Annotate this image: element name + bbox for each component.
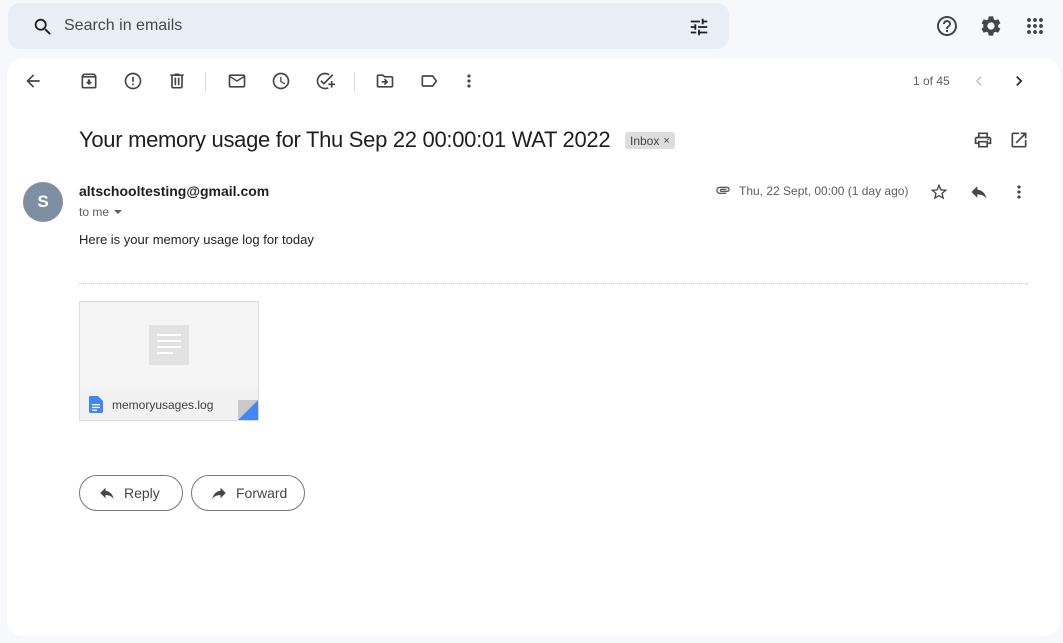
reply-button[interactable]: Reply	[79, 475, 183, 511]
sender-email[interactable]: altschooltesting@gmail.com	[79, 183, 269, 199]
email-body: Here is your memory usage log for today	[79, 232, 314, 247]
text-file-icon	[89, 396, 103, 413]
apps-grid-icon[interactable]	[1023, 14, 1047, 38]
back-arrow-icon[interactable]	[23, 71, 43, 91]
sender-avatar[interactable]: S	[23, 182, 63, 222]
star-icon[interactable]	[929, 182, 949, 202]
open-in-new-window-icon[interactable]	[1009, 130, 1029, 150]
forward-button[interactable]: Forward	[191, 475, 305, 511]
remove-label-icon[interactable]: ×	[663, 135, 669, 147]
email-date: Thu, 22 Sept, 00:00 (1 day ago)	[739, 184, 909, 198]
toolbar-divider	[354, 72, 355, 92]
recipient-details[interactable]: to me	[79, 205, 123, 219]
older-chevron-right-icon[interactable]	[1009, 71, 1029, 91]
toolbar-divider	[205, 72, 206, 92]
label-icon[interactable]	[419, 71, 439, 91]
add-task-icon[interactable]	[315, 71, 335, 91]
move-to-icon[interactable]	[375, 71, 395, 91]
attachment-card[interactable]: memoryusages.log	[79, 301, 259, 421]
mark-unread-icon[interactable]	[227, 71, 247, 91]
forward-arrow-icon	[212, 487, 226, 499]
email-subject: Your memory usage for Thu Sep 22 00:00:0…	[79, 127, 611, 152]
search-icon[interactable]	[32, 16, 54, 38]
delete-icon[interactable]	[167, 71, 187, 91]
reply-label: Reply	[124, 485, 160, 501]
attachments-divider	[79, 283, 1028, 284]
newer-chevron-left-icon[interactable]	[969, 71, 989, 91]
label-text: Inbox	[630, 133, 660, 148]
forward-label: Forward	[236, 485, 288, 501]
file-corner-fold-icon	[238, 400, 258, 420]
document-preview-icon	[149, 325, 189, 365]
reply-arrow-icon	[100, 487, 114, 499]
snooze-clock-icon[interactable]	[271, 71, 291, 91]
more-vert-icon[interactable]	[459, 71, 479, 91]
attachment-filename: memoryusages.log	[112, 398, 214, 412]
search-options-icon[interactable]	[688, 16, 710, 38]
help-icon[interactable]	[935, 14, 959, 38]
email-view: 1 of 45 Your memory usage for Thu Sep 22…	[7, 58, 1060, 636]
report-spam-icon[interactable]	[123, 71, 143, 91]
recipient-dropdown-icon[interactable]	[113, 207, 123, 217]
search-input[interactable]	[64, 13, 664, 39]
reply-icon[interactable]	[969, 182, 989, 202]
archive-icon[interactable]	[79, 71, 99, 91]
inbox-label-chip[interactable]: Inbox ×	[625, 132, 675, 149]
attachment-preview	[80, 302, 258, 388]
search-bar[interactable]	[8, 3, 729, 49]
print-icon[interactable]	[973, 130, 993, 150]
pagination-count: 1 of 45	[913, 74, 950, 88]
attachment-paperclip-icon	[716, 186, 730, 194]
recipient-text: to me	[79, 205, 110, 219]
settings-icon[interactable]	[979, 14, 1003, 38]
message-more-vert-icon[interactable]	[1009, 182, 1029, 202]
